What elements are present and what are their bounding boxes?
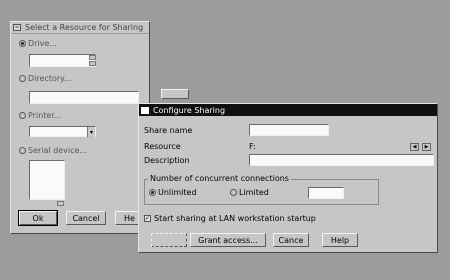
description-label: Description <box>144 156 190 165</box>
unlimited-label: Unlimited <box>158 188 197 197</box>
serial-spin-up[interactable] <box>57 201 64 206</box>
configure-sharing-dialog: = Configure Sharing Share name Resource … <box>138 103 438 253</box>
unlimited-radio[interactable] <box>149 189 156 196</box>
scroll-right-icon[interactable]: ▶ <box>422 143 431 151</box>
drive-radio[interactable] <box>19 40 26 47</box>
ok-button[interactable]: Ok <box>18 210 58 226</box>
drive-label: Drive... <box>28 39 57 48</box>
select-resource-titlebar[interactable]: = Select a Resource for Sharing <box>11 22 149 34</box>
dialog-title: Configure Sharing <box>153 105 226 115</box>
cancel-button[interactable]: Cancel <box>66 211 106 225</box>
limited-count-field[interactable] <box>308 187 344 199</box>
serial-radio[interactable] <box>19 147 26 154</box>
share-name-label: Share name <box>144 126 193 135</box>
select-resource-window: = Select a Resource for Sharing Drive...… <box>10 21 150 234</box>
grant-access-button[interactable]: Grant access... <box>190 233 266 247</box>
scroll-left-icon[interactable]: ◀ <box>410 143 419 151</box>
chevron-down-icon[interactable]: ▾ <box>87 127 95 137</box>
drive-spin-up[interactable] <box>89 55 96 60</box>
connections-group-label: Number of concurrent connections <box>148 174 291 183</box>
share-name-field[interactable] <box>249 124 329 136</box>
printer-label: Printer... <box>28 111 62 120</box>
directory-field[interactable] <box>29 91 139 104</box>
directory-radio[interactable] <box>19 75 26 82</box>
drive-list[interactable] <box>29 54 96 67</box>
limited-radio[interactable] <box>230 189 237 196</box>
system-menu-icon[interactable]: = <box>13 24 21 31</box>
browse-button[interactable] <box>161 89 189 99</box>
printer-dropdown[interactable]: ▾ <box>29 126 96 137</box>
drive-spin-down[interactable] <box>89 61 96 66</box>
help-dialog-button[interactable]: Help <box>322 233 358 247</box>
directory-label: Directory... <box>28 74 72 83</box>
ok-button-partial[interactable] <box>151 233 187 247</box>
description-field[interactable] <box>249 154 434 166</box>
cancel-dialog-button[interactable]: Cance <box>273 233 309 247</box>
printer-radio[interactable] <box>19 112 26 119</box>
window-title: Select a Resource for Sharing <box>25 23 144 32</box>
limited-label: Limited <box>239 188 269 197</box>
system-menu-icon[interactable]: = <box>141 106 149 114</box>
configure-sharing-titlebar[interactable]: = Configure Sharing <box>139 104 437 116</box>
resource-value: F: <box>249 142 256 151</box>
serial-label: Serial device... <box>28 146 88 155</box>
startup-checkbox[interactable]: ✓ <box>144 215 151 222</box>
startup-label: Start sharing at LAN workstation startup <box>154 214 316 223</box>
serial-list[interactable] <box>29 160 65 200</box>
resource-label: Resource <box>144 142 181 151</box>
